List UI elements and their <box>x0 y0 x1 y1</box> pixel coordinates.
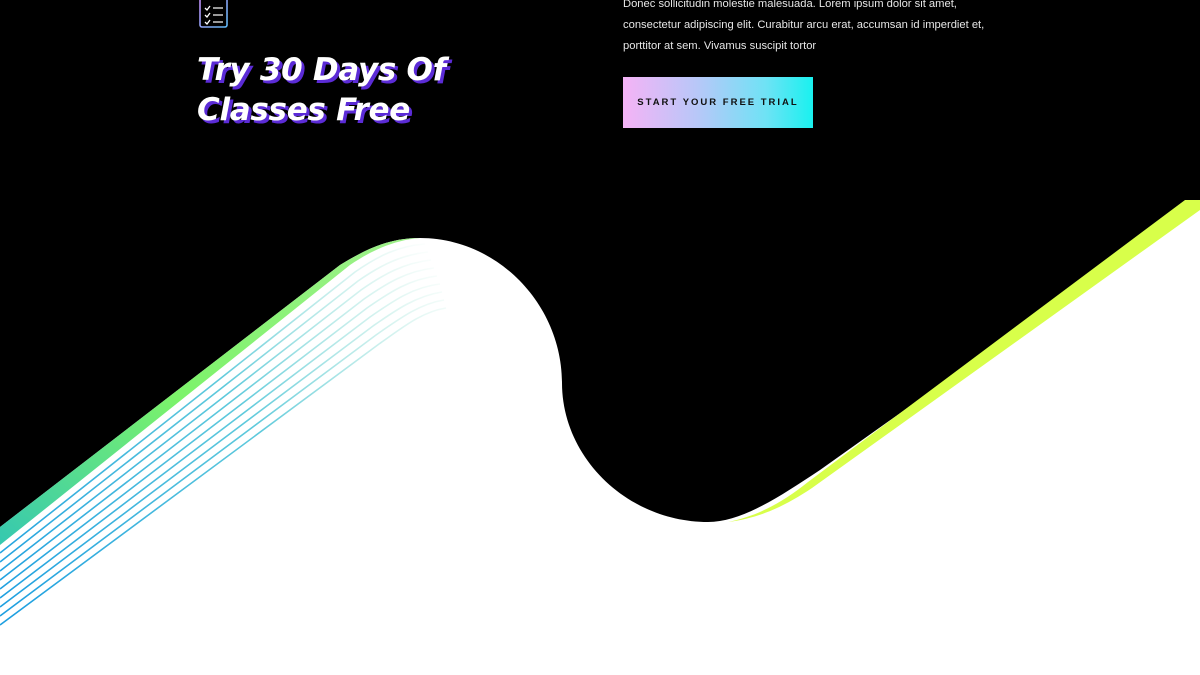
wave-background <box>0 0 1200 626</box>
hero-section: Try 30 Days Of Classes Free Donec sollic… <box>0 0 1200 675</box>
start-free-trial-label: START YOUR FREE TRIAL <box>637 97 799 108</box>
checklist-icon <box>199 0 228 28</box>
dark-wave-shape <box>0 0 1200 527</box>
start-free-trial-button[interactable]: START YOUR FREE TRIAL <box>623 77 813 128</box>
hero-headline: Try 30 Days Of Classes Free <box>197 52 446 128</box>
hero-description: Donec sollicitudin molestie malesuada. L… <box>623 0 985 52</box>
